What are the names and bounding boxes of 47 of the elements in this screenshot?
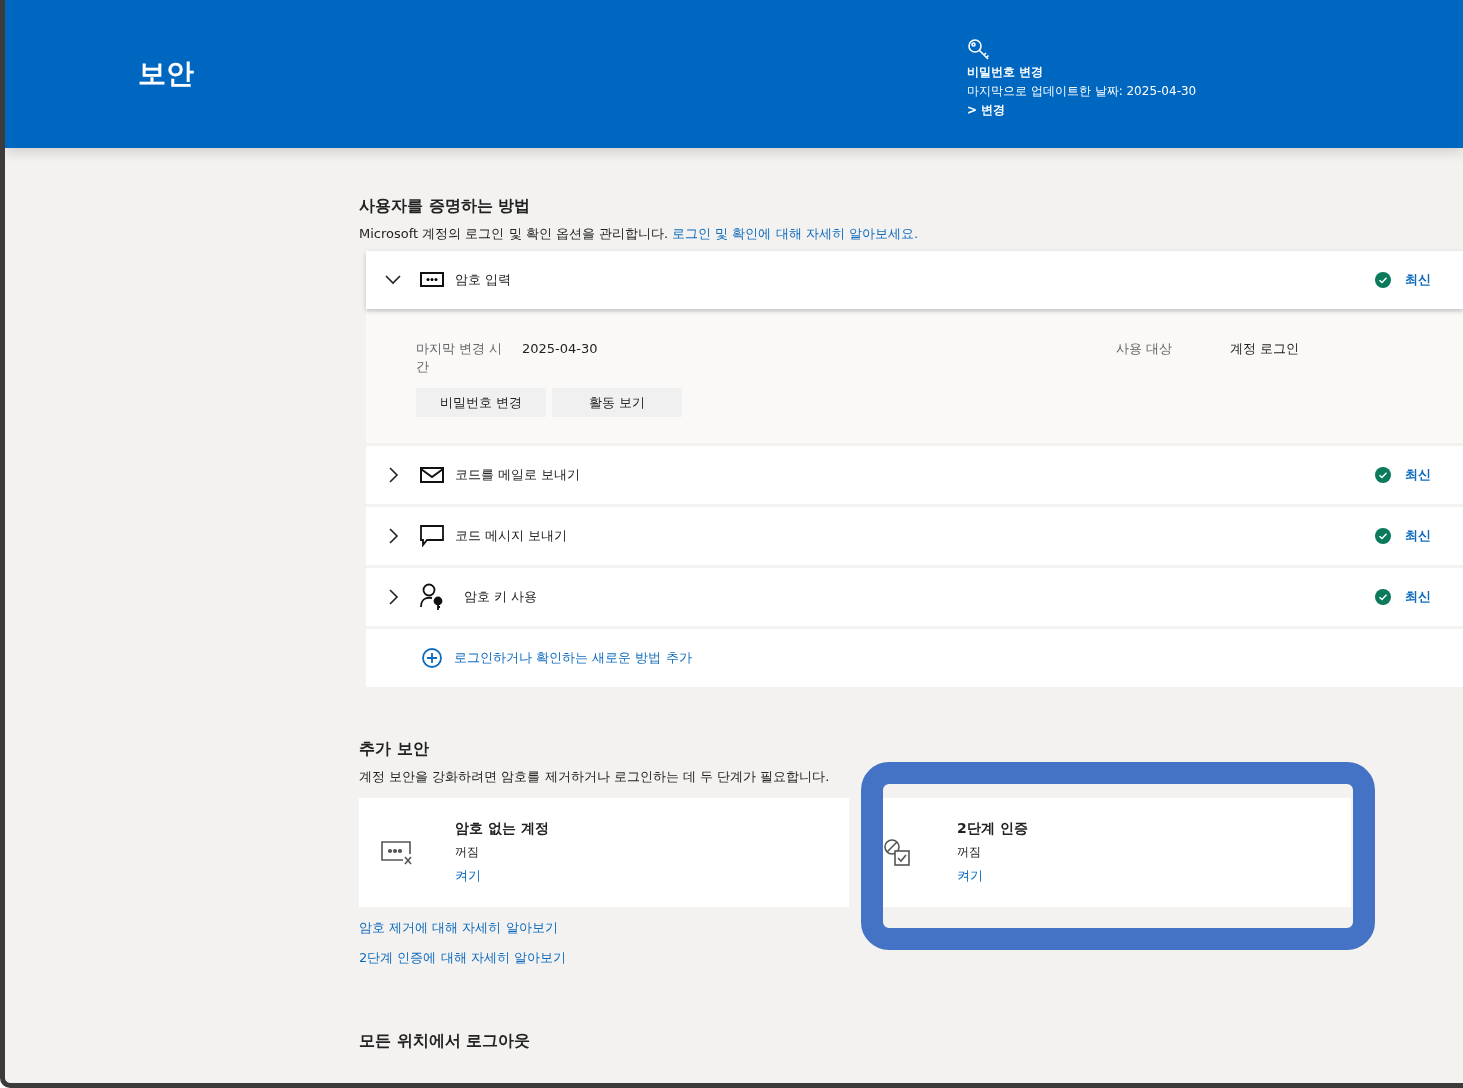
- method-label: 암호 키 사용: [464, 588, 539, 606]
- method-row[interactable]: 암호 키 사용 최신: [366, 568, 1463, 626]
- check-circle-icon: [1375, 528, 1391, 544]
- method-row[interactable]: 암호 입력 최신: [366, 251, 1463, 309]
- method-label: 코드 메시지 보내기: [455, 527, 569, 545]
- action-button[interactable]: 활동 보기: [552, 388, 682, 417]
- learn-more-link[interactable]: 암호 제거에 대해 자세히 알아보기: [359, 919, 558, 937]
- status-label: 최신: [1405, 466, 1431, 484]
- chat-bubble-icon: [420, 525, 444, 547]
- turn-on-link[interactable]: 켜기: [455, 867, 549, 885]
- update-date: 마지막으로 업데이트한 날짜: 2025-04-30: [967, 82, 1197, 100]
- method-label: 코드를 메일로 보내기: [455, 466, 582, 484]
- check-circle-icon: [1375, 589, 1391, 605]
- check-circle-icon: [1375, 467, 1391, 483]
- method-label: 암호 입력: [455, 271, 513, 289]
- card-status: 꺼짐: [455, 844, 480, 861]
- section-title: 모든 위치에서 로그아웃: [359, 1031, 532, 1052]
- section-description: Microsoft 계정의 로그인 및 확인 옵션을 관리합니다. 로그인 및 확인에 대해 자세히 알아보세요.: [359, 225, 920, 243]
- method-row[interactable]: 코드를 메일로 보내기 최신: [366, 446, 1463, 504]
- page-title: 보안: [138, 56, 195, 92]
- plus-circle-icon: [422, 648, 442, 668]
- field-label: 마지막 변경 시간: [416, 340, 504, 376]
- change-link[interactable]: > 변경: [967, 101, 1006, 119]
- key-icon: [967, 37, 991, 62]
- card-title: 2단계 인증: [957, 820, 1028, 838]
- status-label: 최신: [1405, 271, 1431, 289]
- action-button[interactable]: 비밀번호 변경: [416, 388, 546, 417]
- section-description: 계정 보안을 강화하려면 암호를 제거하거나 로그인하는 데 두 단계가 필요합니다.: [359, 768, 831, 786]
- card-status: 꺼짐: [957, 844, 982, 861]
- section-title: 추가 보안: [359, 739, 430, 760]
- learn-more-link[interactable]: 2단계 인증에 대해 자세히 알아보기: [359, 949, 566, 967]
- field-label: 사용 대상: [1116, 340, 1174, 358]
- add-method-link[interactable]: 로그인하거나 확인하는 새로운 방법 추가: [422, 648, 692, 668]
- status-label: 최신: [1405, 527, 1431, 545]
- field-value: 2025-04-30: [522, 340, 599, 358]
- learn-more-link[interactable]: 로그인 및 확인에 대해 자세히 알아보세요.: [672, 226, 919, 241]
- status-label: 최신: [1405, 588, 1431, 606]
- section-title: 사용자를 증명하는 방법: [359, 196, 532, 217]
- check-circle-icon: [1375, 272, 1391, 288]
- field-value: 계정 로그인: [1230, 340, 1300, 358]
- method-row[interactable]: 코드 메시지 보내기 최신: [366, 507, 1463, 565]
- password-icon: [420, 271, 444, 289]
- password-off-icon: [381, 839, 413, 866]
- envelope-icon: [420, 466, 444, 484]
- panel-title: 비밀번호 변경: [967, 63, 1044, 81]
- turn-on-link[interactable]: 켜기: [957, 867, 1028, 885]
- card-title: 암호 없는 계정: [455, 820, 549, 838]
